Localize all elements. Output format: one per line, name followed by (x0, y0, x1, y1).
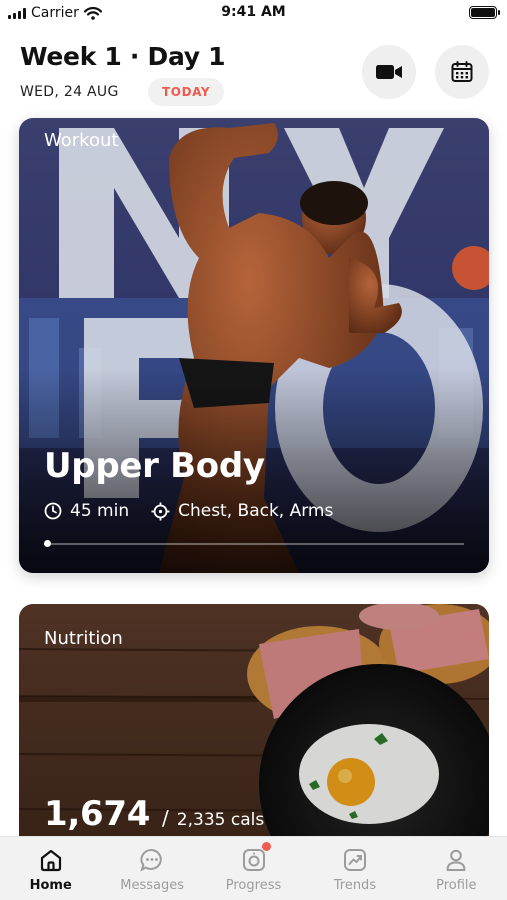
date-label: WED, 24 AUG (20, 84, 119, 100)
chat-icon (140, 849, 162, 872)
tab-profile-label: Profile (436, 878, 477, 893)
calendar-icon (451, 61, 473, 82)
clock-icon (44, 502, 62, 520)
video-camera-icon (376, 65, 402, 79)
workout-meta: 45 min Chest, Back, Arms (44, 501, 333, 521)
battery-icon (469, 6, 500, 19)
tab-home-label: Home (29, 878, 72, 893)
calories-goal: 2,335 cals (176, 810, 265, 830)
notification-dot (261, 842, 271, 851)
tab-trends[interactable]: Trends (304, 837, 405, 900)
tab-progress-label: Progress (225, 878, 282, 893)
tab-trends-label: Trends (333, 878, 377, 893)
home-icon (40, 849, 61, 872)
workout-card[interactable]: Workout Upper Body 45 min Chest, Back, A… (19, 118, 489, 573)
tab-messages-label: Messages (120, 878, 184, 893)
workout-progress-bar (44, 540, 464, 547)
nutrition-tag: Nutrition (44, 628, 123, 649)
calories-eaten: 1,674 (44, 794, 151, 834)
workout-tag: Workout (44, 130, 119, 151)
camera-icon (242, 849, 265, 871)
today-badge[interactable]: TODAY (148, 78, 225, 106)
status-bar: Carrier 9:41 AM (0, 0, 507, 28)
tab-profile[interactable]: Profile (406, 837, 507, 900)
workout-muscles: Chest, Back, Arms (178, 501, 334, 521)
tab-progress[interactable]: Progress (203, 837, 304, 900)
target-icon (151, 502, 170, 521)
status-time: 9:41 AM (221, 4, 286, 20)
calorie-separator: / (162, 806, 169, 830)
user-icon (446, 849, 466, 871)
calendar-button[interactable] (435, 45, 489, 99)
tab-messages[interactable]: Messages (101, 837, 202, 900)
trend-icon (343, 849, 366, 871)
page-title: Week 1 · Day 1 (20, 42, 226, 71)
workout-duration: 45 min (70, 501, 130, 521)
workout-title: Upper Body (44, 446, 265, 486)
calorie-summary: 1,674 / 2,335 cals (44, 794, 264, 834)
workout-progress-knob (44, 540, 51, 547)
nutrition-card[interactable]: Nutrition 1,674 / 2,335 cals (19, 604, 489, 864)
tab-bar: Home Messages Progress Trends Profile (0, 836, 507, 900)
tab-home[interactable]: Home (0, 837, 101, 900)
video-button[interactable] (362, 45, 416, 99)
